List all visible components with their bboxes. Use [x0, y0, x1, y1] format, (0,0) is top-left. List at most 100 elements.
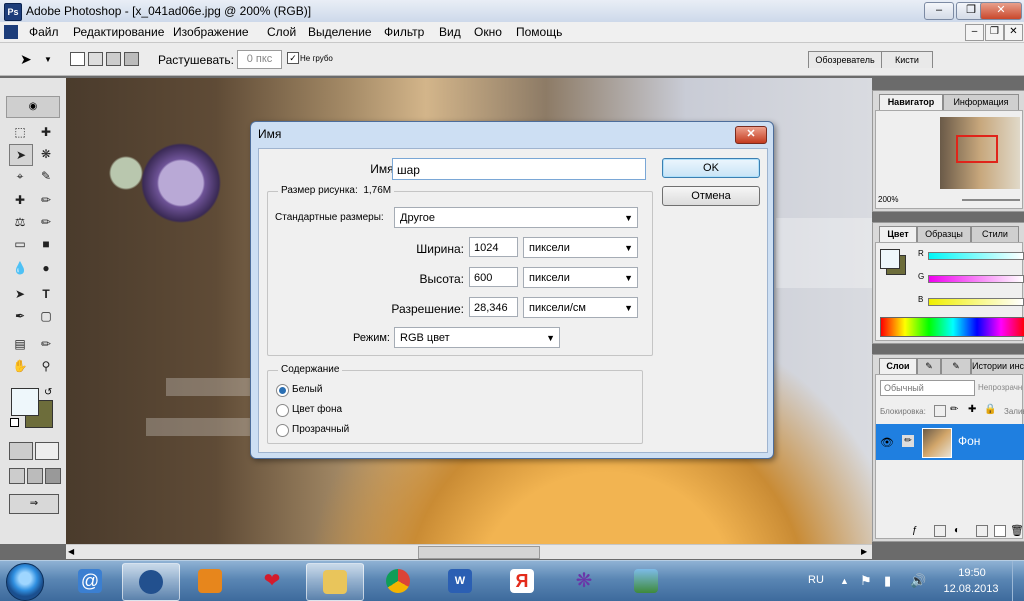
preset-dropdown-arrow-icon[interactable]: ▼	[44, 55, 52, 64]
zoom-tool-icon[interactable]: ⚲	[35, 356, 57, 376]
contents-transparent-label[interactable]: Прозрачный	[292, 424, 349, 435]
color-fg-swatch[interactable]	[880, 249, 900, 269]
magic-wand-tool-icon[interactable]: ❋	[35, 144, 57, 164]
eyedropper-tool-icon[interactable]: ✏	[35, 334, 57, 354]
taskbar-mail-app[interactable]: @	[62, 563, 118, 599]
height-unit-dropdown[interactable]: пиксели ▼	[523, 267, 638, 288]
start-button[interactable]	[6, 563, 44, 601]
taskbar-photo-viewer[interactable]	[618, 563, 674, 599]
tab-brushes[interactable]: Кисти	[881, 51, 933, 68]
color-ramp[interactable]	[880, 317, 1024, 337]
contents-background-color-label[interactable]: Цвет фона	[292, 404, 342, 415]
blend-mode-dropdown[interactable]: Обычный	[880, 380, 975, 396]
add-mask-icon[interactable]	[934, 525, 946, 537]
dialog-close-button[interactable]: ✕	[735, 126, 767, 144]
menu-window[interactable]: Окно	[474, 25, 502, 39]
doc-close-button[interactable]: ✕	[1004, 24, 1023, 41]
lasso-tool-preset-icon[interactable]: ➤	[20, 51, 32, 68]
tab-swatches[interactable]: Образцы	[917, 226, 971, 242]
layer-thumbnail[interactable]	[922, 428, 952, 458]
scrollbar-thumb[interactable]	[418, 546, 540, 559]
menu-select[interactable]: Выделение	[308, 25, 372, 39]
jump-to-imageready-icon[interactable]: ⇒	[9, 494, 59, 514]
layer-row-background[interactable]: 👁 ✏ Фон	[876, 424, 1024, 460]
contents-background-color-radio[interactable]	[276, 404, 289, 417]
taskbar-spider-solitaire[interactable]: ❋	[556, 563, 612, 599]
layer-name[interactable]: Фон	[958, 434, 980, 448]
layer-brush-link-icon[interactable]: ✏	[902, 435, 914, 447]
taskbar-hearts-game[interactable]: ❤	[244, 563, 300, 599]
width-unit-dropdown[interactable]: пиксели ▼	[523, 237, 638, 258]
tab-paths[interactable]: ✎	[941, 358, 971, 374]
menu-image[interactable]: Изображение	[173, 25, 249, 39]
resolution-unit-dropdown[interactable]: пиксели/см ▼	[523, 297, 638, 318]
taskbar-word[interactable]: W	[432, 563, 488, 599]
navigator-thumbnail[interactable]	[940, 117, 1020, 189]
feather-input[interactable]: 0 пкс	[237, 50, 282, 69]
width-input[interactable]: 1024	[469, 237, 518, 257]
type-tool-icon[interactable]: T	[35, 284, 57, 304]
blur-tool-icon[interactable]: 💧	[9, 258, 31, 278]
shape-tool-icon[interactable]: ▢	[35, 306, 57, 326]
adjustment-layer-icon[interactable]: ◐	[954, 525, 960, 536]
screen-mode-standard-icon[interactable]	[9, 468, 25, 484]
add-to-selection-icon[interactable]	[88, 52, 103, 66]
lock-pixels-icon[interactable]: ✏	[950, 404, 958, 415]
red-slider[interactable]	[928, 252, 1024, 260]
doc-minimize-button[interactable]: –	[965, 24, 984, 41]
intersect-selection-icon[interactable]	[124, 52, 139, 66]
scroll-left-icon[interactable]: ◀	[68, 547, 74, 556]
ok-button[interactable]: OK	[662, 158, 760, 178]
taskbar-photoshop[interactable]	[122, 563, 180, 601]
document-icon[interactable]	[4, 25, 18, 39]
name-input[interactable]: шар	[392, 158, 646, 180]
notes-tool-icon[interactable]: ▤	[9, 334, 31, 354]
menu-edit[interactable]: Редактирование	[73, 25, 164, 39]
contents-transparent-radio[interactable]	[276, 424, 289, 437]
tab-layers[interactable]: Слои	[879, 358, 917, 374]
dodge-tool-icon[interactable]: ●	[35, 258, 57, 278]
new-set-icon[interactable]	[976, 525, 988, 537]
brush-tool-icon[interactable]: ✏	[35, 190, 57, 210]
action-center-flag-icon[interactable]: ⚑	[860, 573, 872, 589]
taskbar-media-player[interactable]	[182, 563, 238, 599]
new-selection-icon[interactable]	[70, 52, 85, 66]
history-brush-tool-icon[interactable]: ✏	[35, 212, 57, 232]
menu-help[interactable]: Помощь	[516, 25, 562, 39]
contents-white-radio[interactable]	[276, 384, 289, 397]
language-indicator[interactable]: RU	[808, 574, 824, 586]
slice-tool-icon[interactable]: ✎	[35, 166, 57, 186]
tab-color[interactable]: Цвет	[879, 226, 917, 242]
clock-time[interactable]: 19:50	[944, 567, 1000, 579]
resolution-input[interactable]: 28,346	[469, 297, 518, 317]
tab-styles[interactable]: Стили	[971, 226, 1019, 242]
taskbar-chrome[interactable]	[370, 563, 426, 599]
clone-stamp-tool-icon[interactable]: ⚖	[9, 212, 31, 232]
subtract-from-selection-icon[interactable]	[106, 52, 121, 66]
navigator-view-box[interactable]	[956, 135, 998, 163]
tab-channels[interactable]: ✎	[917, 358, 941, 374]
lasso-tool-icon[interactable]: ➤	[9, 144, 33, 166]
scroll-right-icon[interactable]: ▶	[861, 547, 867, 556]
hand-tool-icon[interactable]: ✋	[9, 356, 31, 376]
contents-white-label[interactable]: Белый	[292, 384, 322, 395]
taskbar-explorer[interactable]	[306, 563, 364, 601]
lock-transparency-icon[interactable]	[934, 405, 946, 417]
crop-tool-icon[interactable]: ⌖	[9, 166, 31, 186]
menu-file[interactable]: Файл	[29, 25, 59, 39]
layer-style-icon[interactable]: ƒ	[912, 525, 918, 536]
mode-dropdown[interactable]: RGB цвет ▼	[394, 327, 560, 348]
screen-mode-full-icon[interactable]	[45, 468, 61, 484]
preset-dropdown[interactable]: Другое ▼	[394, 207, 638, 228]
layer-visibility-eye-icon[interactable]: 👁	[880, 436, 894, 449]
clock-date[interactable]: 12.08.2013	[938, 583, 1004, 595]
lock-position-icon[interactable]: ✚	[968, 404, 976, 415]
menu-view[interactable]: Вид	[439, 25, 461, 39]
show-desktop-button[interactable]	[1012, 561, 1024, 601]
doc-restore-button[interactable]: ❐	[985, 24, 1004, 41]
standard-mode-icon[interactable]	[9, 442, 33, 460]
delete-layer-icon[interactable]: 🗑	[1010, 524, 1024, 537]
foreground-color-swatch[interactable]	[11, 388, 39, 416]
navigator-zoom-value[interactable]: 200%	[878, 195, 898, 204]
tab-navigator[interactable]: Навигатор	[879, 94, 943, 110]
